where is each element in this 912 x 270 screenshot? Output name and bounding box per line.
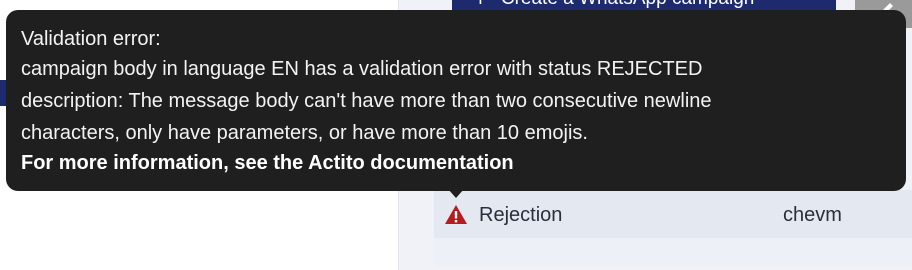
user-cell: chevm — [783, 204, 842, 226]
tooltip-arrow — [448, 189, 464, 198]
status-label: Rejection — [479, 203, 563, 226]
page: + Create a WhatsApp campaign Rejection c… — [0, 0, 912, 270]
create-button-label: Create a WhatsApp campaign — [501, 0, 754, 10]
tooltip-message-line-2: description: The message body can't have… — [21, 90, 712, 112]
status-cell[interactable]: Rejection — [444, 203, 562, 227]
plus-icon: + — [474, 0, 487, 10]
validation-error-tooltip: Validation error: campaign body in langu… — [6, 10, 906, 191]
tooltip-message-line-1: campaign body in language EN has a valid… — [21, 58, 703, 80]
table-row-next — [434, 238, 912, 266]
warning-icon — [444, 203, 468, 227]
tooltip-message-line-3: characters, only have parameters, or hav… — [21, 122, 588, 144]
tooltip-title: Validation error: — [21, 28, 161, 50]
documentation-link[interactable]: For more information, see the Actito doc… — [21, 147, 892, 179]
